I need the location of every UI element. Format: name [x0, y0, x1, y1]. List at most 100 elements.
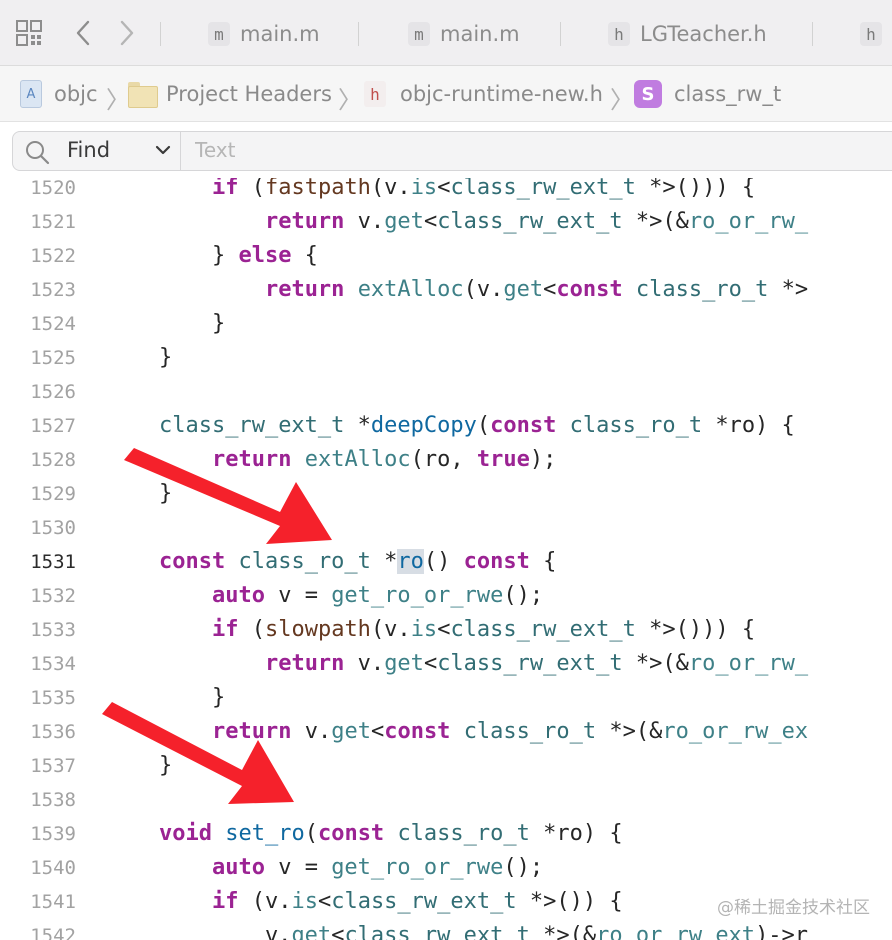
- code-token: const: [317, 821, 385, 846]
- code-token: <: [437, 617, 451, 642]
- code-token: ();: [503, 583, 544, 608]
- code-token: get: [384, 209, 424, 234]
- header-file-icon: h: [608, 22, 630, 46]
- code-line[interactable]: }: [106, 307, 225, 341]
- code-line[interactable]: auto v = get_ro_or_rwe();: [106, 851, 543, 885]
- find-input[interactable]: [195, 138, 795, 162]
- code-line[interactable]: return v.get<class_rw_ext_t *>(&ro_or_rw…: [106, 647, 808, 681]
- code-token: *>: [768, 277, 809, 302]
- code-token: is: [410, 178, 438, 200]
- code-token: *>(&: [529, 923, 597, 940]
- code-token: deepCopy: [370, 413, 477, 438]
- code-token: }: [106, 685, 226, 710]
- header-file-icon: h: [364, 81, 386, 107]
- code-line[interactable]: class_rw_ext_t *deepCopy(const class_ro_…: [106, 409, 795, 443]
- breadcrumb-label: class_rw_t: [674, 82, 782, 106]
- back-chevron-icon[interactable]: [68, 18, 98, 48]
- tab-divider: [358, 22, 359, 46]
- breadcrumb-item-project-headers[interactable]: Project Headers: [128, 78, 332, 110]
- code-line[interactable]: v.get<class_rw_ext_t *>(&ro_or_rw_ext)->…: [106, 919, 808, 940]
- breadcrumb-chevron-icon: 〉: [610, 86, 634, 114]
- code-line[interactable]: return extAlloc(ro, true);: [106, 443, 556, 477]
- code-token: class_ro_t: [569, 413, 703, 438]
- header-file-icon: h: [860, 22, 882, 46]
- code-token: (ro,: [410, 447, 477, 472]
- code-token: (: [476, 413, 491, 438]
- code-token: class_rw_ext_t: [450, 178, 636, 200]
- code-line[interactable]: const class_ro_t *ro() const {: [106, 545, 556, 579]
- breadcrumb-chevron-icon: 〉: [338, 86, 362, 114]
- find-mode-label[interactable]: Find: [67, 138, 110, 162]
- code-token: ro_or_rw_ext: [596, 923, 756, 940]
- code-line[interactable]: if (slowpath(v.is<class_rw_ext_t *>())) …: [106, 613, 755, 647]
- code-token: *: [344, 413, 371, 438]
- tab-lgteacher-h[interactable]: h LGTeacher.h: [608, 14, 767, 54]
- code-editor[interactable]: 1520 if (fastpath(v.is<class_rw_ext_t *>…: [0, 178, 892, 940]
- breadcrumb-item-objc-runtime-new-h[interactable]: h objc-runtime-new.h: [364, 78, 603, 110]
- code-token: is: [410, 617, 438, 642]
- tab-header-partial[interactable]: h: [860, 14, 892, 54]
- breadcrumb-label: objc-runtime-new.h: [400, 82, 603, 106]
- code-token: *ro) {: [702, 413, 795, 438]
- line-number: 1522: [30, 245, 76, 267]
- grid-icon[interactable]: [14, 18, 44, 48]
- breadcrumb-item-class-rw-t[interactable]: S class_rw_t: [634, 78, 781, 110]
- code-token: const: [556, 277, 623, 302]
- forward-chevron-icon[interactable]: [112, 18, 142, 48]
- tab-main-m-2[interactable]: m main.m: [408, 14, 520, 54]
- code-token: v.: [106, 923, 292, 940]
- code-token: auto: [211, 583, 265, 608]
- line-number: 1523: [30, 279, 76, 301]
- line-number: 1524: [30, 313, 76, 335]
- code-line[interactable]: return extAlloc(v.get<const class_ro_t *…: [106, 273, 808, 307]
- line-number: 1530: [30, 517, 76, 539]
- objc-file-icon: m: [408, 22, 430, 46]
- breadcrumb-label: objc: [54, 82, 98, 106]
- struct-icon: S: [634, 80, 662, 108]
- code-token: *>()) {: [516, 889, 623, 914]
- code-token: class_rw_ext_t: [344, 923, 530, 940]
- code-token: ro_or_rw_: [688, 209, 809, 234]
- code-line[interactable]: auto v = get_ro_or_rwe();: [106, 579, 543, 613]
- code-token: ();: [503, 855, 544, 880]
- line-number: 1529: [30, 483, 76, 505]
- line-number: 1526: [30, 381, 76, 403]
- line-number: 1525: [30, 347, 76, 369]
- code-line[interactable]: }: [106, 681, 225, 715]
- code-token: true: [476, 447, 530, 472]
- code-token: *>(&: [622, 651, 689, 676]
- breadcrumb-item-objc[interactable]: A objc: [20, 78, 98, 110]
- line-number: 1520: [30, 178, 76, 199]
- code-line[interactable]: if (v.is<class_rw_ext_t *>()) {: [106, 885, 623, 919]
- code-token: }: [106, 481, 173, 506]
- chevron-down-icon[interactable]: [153, 140, 173, 160]
- code-token: get_ro_or_rwe: [331, 583, 504, 608]
- code-token: class_rw_ext_t: [437, 209, 623, 234]
- code-token: return: [211, 447, 292, 472]
- code-line[interactable]: }: [106, 749, 172, 783]
- code-line[interactable]: void set_ro(const class_ro_t *ro) {: [106, 817, 623, 851]
- code-line[interactable]: return v.get<const class_ro_t *>(&ro_or_…: [106, 715, 808, 749]
- code-line[interactable]: return v.get<class_rw_ext_t *>(&ro_or_rw…: [106, 205, 808, 239]
- tab-main-m[interactable]: m main.m: [208, 14, 320, 54]
- code-line[interactable]: }: [106, 341, 172, 375]
- code-token: (v.: [238, 889, 292, 914]
- code-line[interactable]: } else {: [106, 239, 318, 273]
- code-token: is: [291, 889, 318, 914]
- code-token: *: [370, 549, 398, 574]
- search-icon: [26, 141, 50, 165]
- code-token: if: [211, 178, 239, 200]
- code-token: *ro) {: [529, 821, 623, 846]
- code-line[interactable]: if (fastpath(v.is<class_rw_ext_t *>())) …: [106, 178, 755, 205]
- line-number: 1537: [30, 755, 76, 777]
- line-number: 1531: [30, 551, 76, 573]
- tab-divider: [560, 22, 561, 46]
- code-line[interactable]: }: [106, 477, 172, 511]
